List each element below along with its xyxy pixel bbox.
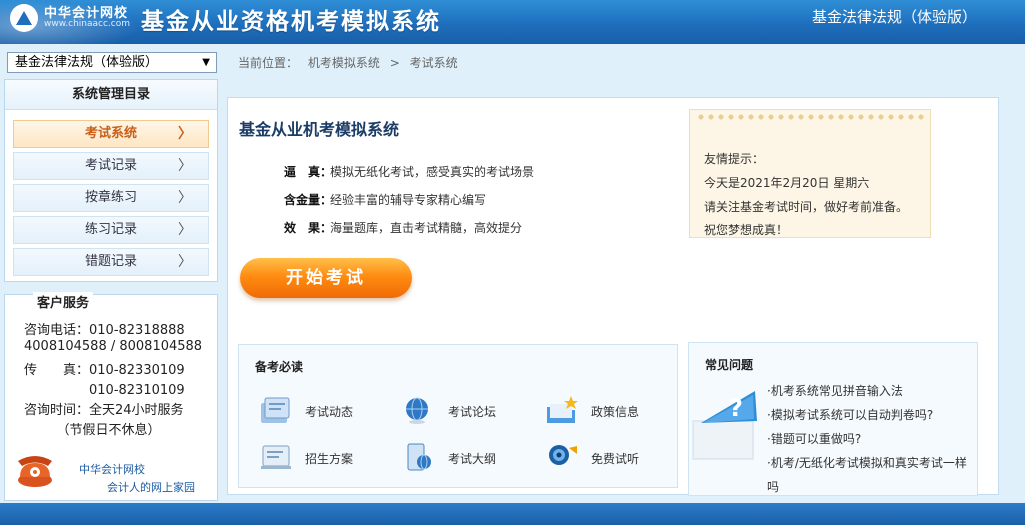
menu-item-practice-records[interactable]: 练习记录 〉 (13, 216, 209, 244)
feature-label: 效 果： (284, 221, 333, 235)
chinaacc-logo-icon[interactable] (10, 4, 38, 32)
app-header: 中华会计网校 www.chinaacc.com 基金从业资格机考模拟系统 基金法… (0, 0, 1025, 44)
feature-text: 模拟无纸化考试，感受真实的考试场景 (330, 165, 535, 179)
breadcrumb-prefix: 当前位置： (238, 56, 299, 70)
menu-item-label: 错题记录 (84, 254, 137, 269)
prep-item-label: 免费试听 (591, 452, 640, 466)
chevron-right-icon: 〉 (178, 222, 192, 238)
feature-text: 经验丰富的辅导专家精心编写 (330, 193, 487, 207)
logo-url[interactable]: www.chinaacc.com (44, 19, 130, 29)
prep-item-exam-news[interactable]: 考试动态 (259, 395, 389, 427)
notice-card: 友情提示： 今天是2021年2月20日 星期六 请关注基金考试时间，做好考前准备… (689, 109, 931, 238)
prep-item-label: 考试论坛 (448, 405, 497, 419)
system-menu: 系统管理目录 考试系统 〉 考试记录 〉 按章练习 〉 练习记录 〉 错题记录 … (4, 79, 218, 282)
notice-wish: 祝您梦想成真！ (704, 223, 789, 237)
breadcrumb-separator: > (389, 56, 400, 70)
prep-item-label: 考试大纲 (448, 452, 497, 466)
prep-item-policy-info[interactable]: 政策信息 (545, 395, 675, 427)
chevron-right-icon: 〉 (178, 158, 192, 174)
faq-link-pinyin[interactable]: ·机考系统常见拼音输入法 (767, 382, 903, 399)
main-title: 基金从业机考模拟系统 (239, 120, 400, 139)
chevron-right-icon: 〉 (178, 126, 192, 142)
start-exam-button[interactable]: 开始考试 (240, 258, 412, 298)
menu-item-exam-records[interactable]: 考试记录 〉 (13, 152, 209, 180)
breadcrumb-link-mock-system[interactable]: 机考模拟系统 (308, 56, 380, 70)
system-title: 基金从业资格机考模拟系统 (141, 9, 441, 35)
feature-text: 海量题库，直击考试精髓，高效提分 (330, 221, 523, 235)
menu-item-wrong-questions[interactable]: 错题记录 〉 (13, 248, 209, 276)
feature-effect: 效 果：海量题库，直击考试精髓，高效提分 (284, 219, 522, 236)
faq-link-auto-grading[interactable]: ·模拟考试系统可以自动判卷吗? (767, 406, 933, 423)
prep-item-admission-plan[interactable]: 招生方案 (259, 442, 389, 474)
faq-title: 常见问题 (705, 358, 754, 372)
chevron-right-icon: 〉 (178, 190, 192, 206)
notice-heading: 友情提示： (704, 152, 765, 166)
telephone-icon (18, 456, 52, 487)
audio-icon (549, 445, 577, 465)
faq-link-redo-wrong[interactable]: ·错题可以重做吗? (767, 430, 861, 447)
main-panel: 基金从业机考模拟系统 逼 真：模拟无纸化考试，感受真实的考试场景 含金量：经验丰… (227, 97, 999, 496)
notice-reminder: 请关注基金考试时间，做好考前准备。 (704, 200, 909, 214)
menu-item-label: 考试记录 (84, 158, 137, 173)
feature-realistic: 逼 真：模拟无纸化考试，感受真实的考试场景 (284, 163, 534, 180)
prep-item-free-trial[interactable]: 免费试听 (545, 442, 675, 474)
service-phone: 咨询电话：010-82318888 (24, 323, 185, 338)
news-icon (261, 397, 290, 423)
prep-title: 备考必读 (255, 360, 304, 374)
brand-name: 中华会计网校 (79, 463, 145, 476)
menu-title: 系统管理目录 (5, 80, 217, 110)
help-question-icon: ? (692, 391, 757, 460)
menu-item-label: 按章练习 (84, 190, 137, 205)
document-icon (261, 445, 291, 469)
breadcrumb: 当前位置： 机考模拟系统 > 考试系统 (238, 54, 464, 71)
service-holiday-note: （节假日不休息） (24, 423, 161, 438)
version-label: 基金法律法规（体验版） (811, 8, 977, 26)
star-folder-icon (547, 396, 578, 423)
globe-icon (406, 397, 428, 424)
subject-select-value: 基金法律法规（体验版） (15, 55, 159, 70)
prep-item-exam-forum[interactable]: 考试论坛 (402, 395, 532, 427)
menu-item-label: 考试系统 (84, 126, 137, 141)
customer-service-panel: 客户服务 咨询电话：010-82318888 4008104588 / 8008… (4, 292, 218, 501)
prep-item-exam-outline[interactable]: 考试大纲 (402, 442, 532, 474)
breadcrumb-current: 考试系统 (409, 56, 458, 70)
feature-quality: 含金量：经验丰富的辅导专家精心编写 (284, 191, 486, 208)
service-hours: 咨询时间：全天24小时服务 (24, 403, 184, 418)
faq-link-same-as-real[interactable]: ·机考/无纸化考试模拟和真实考试一样 (767, 454, 967, 471)
notice-border-decoration (696, 113, 924, 121)
menu-item-label: 练习记录 (84, 222, 137, 237)
subject-select[interactable]: 基金法律法规（体验版） ▼ (7, 52, 217, 73)
notice-date: 今天是2021年2月20日 星期六 (704, 176, 870, 190)
feature-label: 逼 真： (284, 165, 333, 179)
footer-bar (0, 503, 1025, 525)
menu-item-exam-system[interactable]: 考试系统 〉 (13, 120, 209, 148)
svg-text:?: ? (729, 394, 743, 422)
chevron-right-icon: 〉 (178, 254, 192, 270)
prep-item-label: 考试动态 (305, 405, 354, 419)
prep-item-label: 政策信息 (591, 405, 640, 419)
service-fax: 传 真：010-82330109 (24, 363, 185, 378)
faq-panel: 常见问题 ? ·机考系统常见拼音输入法 ·模拟考试系统可以自动判卷吗? ·错题可… (688, 342, 978, 496)
faq-link-same-as-real-wrap[interactable]: 吗 (767, 478, 779, 495)
feature-label: 含金量： (284, 193, 333, 207)
service-title: 客户服务 (33, 292, 94, 311)
outline-icon (407, 443, 431, 471)
menu-item-chapter-practice[interactable]: 按章练习 〉 (13, 184, 209, 212)
prep-item-label: 招生方案 (305, 452, 354, 466)
service-phone-hotline: 4008104588 / 8008104588 (24, 339, 203, 354)
service-fax-2: 010-82310109 (24, 383, 185, 398)
exam-prep-panel: 备考必读 考试动态 考试论坛 政策信息 招生方案 考试大纲 免费试听 (238, 344, 678, 488)
dropdown-arrow-icon[interactable]: ▼ (202, 53, 210, 72)
brand-slogan: 会计人的网上家园 (107, 481, 195, 494)
